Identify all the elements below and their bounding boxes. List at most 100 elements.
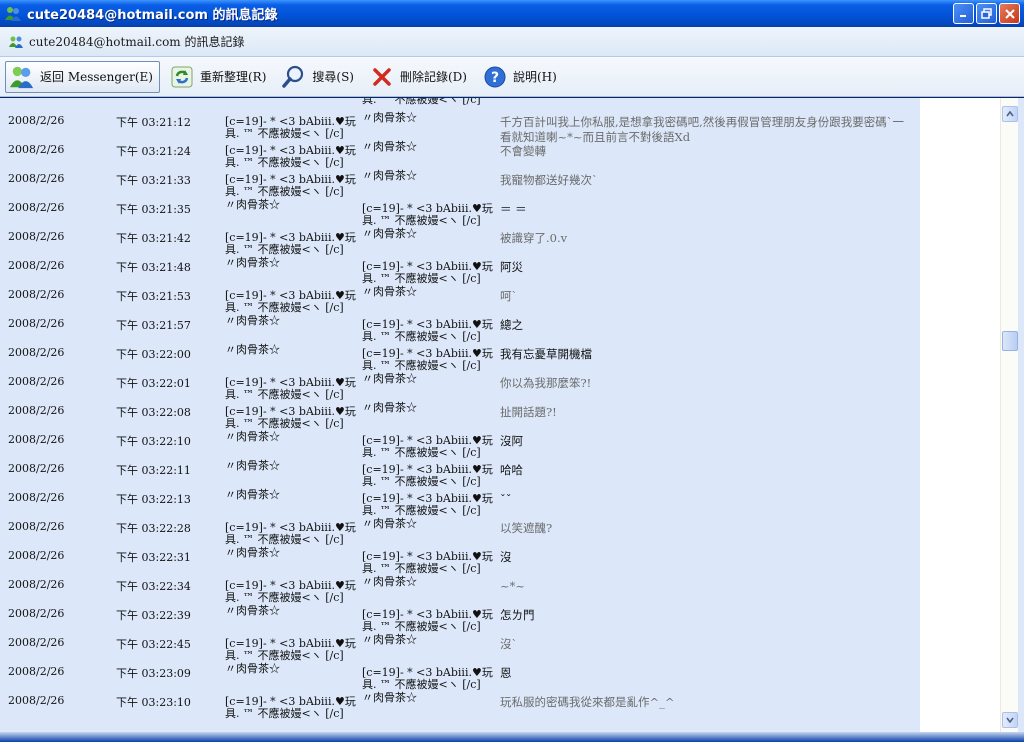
- back-label: 返回 Messenger(E): [40, 70, 153, 84]
- message-row: 2008/2/26 下午 03:21:42 [c=19]- * <3 bAbiii.…: [0, 227, 920, 256]
- message-text: ＝ ＝: [500, 202, 527, 216]
- message-row: 2008/2/26 下午 03:21:48 〃肉骨茶☆ [c=19]- * <3 bA…: [0, 256, 920, 285]
- message-recipient: 〃肉骨茶☆: [362, 140, 417, 153]
- back-to-messenger-button[interactable]: 返回 Messenger(E): [5, 60, 160, 93]
- restore-button[interactable]: [976, 3, 997, 24]
- message-text: 恩: [500, 666, 512, 680]
- message-sender: [c=19]- * <3 bAbiii.♥玩具. ™ 不應被嫚<ヽ [/c]: [225, 695, 356, 720]
- help-icon: ?: [482, 64, 508, 90]
- restore-icon: [981, 8, 992, 19]
- message-recipient: 〃肉骨茶☆: [362, 372, 417, 385]
- message-sender: 〃肉骨茶☆: [225, 314, 280, 327]
- message-time: 下午 03:22:11: [116, 464, 191, 477]
- message-recipient: [c=19]- * <3 bAbiii.♥玩具. ™ 不應被嫚<ヽ [/c]: [362, 492, 493, 517]
- window-edge: [1018, 98, 1024, 732]
- message-recipient: 〃肉骨茶☆: [362, 227, 417, 240]
- message-recipient: 〃肉骨茶☆: [362, 517, 417, 530]
- message-sender: [c=19]- * <3 bAbiii.♥玩具. ™ 不應被嫚<ヽ [/c]: [225, 115, 356, 140]
- message-sender: 〃肉骨茶☆: [225, 256, 280, 269]
- message-date: 2008/2/26: [8, 549, 65, 562]
- message-text: ˇˇ: [500, 492, 512, 506]
- window-controls: [953, 3, 1020, 24]
- message-row: 2008/2/26 下午 03:22:45 [c=19]- * <3 bAbiii.…: [0, 633, 920, 662]
- message-row: 2008/2/26 下午 03:22:01 [c=19]- * <3 bAbiii.…: [0, 372, 920, 401]
- log-margin: [920, 98, 1000, 732]
- message-time: 下午 03:22:45: [116, 638, 191, 651]
- message-time: 下午 03:21:33: [116, 174, 191, 187]
- messenger-icon: [5, 6, 21, 21]
- message-text: 怎ㄌ門: [500, 608, 535, 622]
- message-date: 2008/2/26: [8, 114, 65, 127]
- message-recipient: 〃肉骨茶☆: [362, 285, 417, 298]
- message-text: ~*~: [500, 579, 526, 593]
- refresh-button[interactable]: 重新整理(R): [166, 61, 272, 93]
- message-row: 2008/2/26 下午 03:22:13 〃肉骨茶☆ [c=19]- * <3 bA…: [0, 488, 920, 517]
- delete-history-button[interactable]: 刪除記錄(D): [366, 61, 473, 93]
- title-bar: cute20484@hotmail.com 的訊息記錄: [0, 0, 1024, 27]
- chevron-down-icon: [1006, 717, 1014, 723]
- history-subtitle: cute20484@hotmail.com 的訊息記錄: [29, 35, 245, 49]
- message-time: 下午 03:22:39: [116, 609, 191, 622]
- message-text: 總之: [500, 318, 523, 332]
- message-row: 2008/2/26 下午 03:22:34 [c=19]- * <3 bAbiii.…: [0, 575, 920, 604]
- toolbar: 返回 Messenger(E) 重新整理(R) 搜尋(S) 刪除記錄(D) ? …: [0, 57, 1024, 97]
- message-time: 下午 03:21:57: [116, 319, 191, 332]
- window-title: cute20484@hotmail.com 的訊息記錄: [27, 8, 278, 23]
- message-date: 2008/2/26: [8, 375, 65, 388]
- message-text: 玩私服的密碼我從來都是亂作^_^: [500, 695, 675, 709]
- message-time: 下午 03:22:13: [116, 493, 191, 506]
- message-row: 2008/2/26 下午 03:22:00 〃肉骨茶☆ [c=19]- * <3 bA…: [0, 343, 920, 372]
- message-recipient: 〃肉骨茶☆: [362, 169, 417, 182]
- buddies-icon: [9, 64, 35, 90]
- message-text: 以笑遮醜?: [500, 521, 553, 535]
- message-time: 下午 03:21:42: [116, 232, 191, 245]
- help-label: 說明(H): [513, 70, 557, 84]
- message-sender: 〃肉骨茶☆: [225, 343, 280, 356]
- message-time: 下午 03:22:01: [116, 377, 191, 390]
- delete-icon: [369, 64, 395, 90]
- message-recipient: [c=19]- * <3 bAbiii.♥玩具. ™ 不應被嫚<ヽ [/c]: [362, 550, 493, 575]
- message-recipient: 〃肉骨茶☆: [362, 401, 417, 414]
- svg-text:?: ?: [491, 70, 499, 86]
- message-row: 2008/2/26 下午 03:22:10 〃肉骨茶☆ [c=19]- * <3 bA…: [0, 430, 920, 459]
- message-row: 2008/2/26 下午 03:22:11 〃肉骨茶☆ [c=19]- * <3 bA…: [0, 459, 920, 488]
- close-button[interactable]: [999, 3, 1020, 24]
- message-time: 下午 03:21:35: [116, 203, 191, 216]
- vertical-scrollbar[interactable]: [1000, 98, 1018, 732]
- message-date: 2008/2/26: [8, 694, 65, 707]
- message-recipient: [c=19]- * <3 bAbiii.♥玩具. ™ 不應被嫚<ヽ [/c]: [362, 318, 493, 343]
- scroll-thumb[interactable]: [1002, 331, 1018, 351]
- minimize-button[interactable]: [953, 3, 974, 24]
- message-text: 我寵物都送好幾次`: [500, 173, 598, 187]
- scroll-down-button[interactable]: [1002, 712, 1018, 728]
- search-icon: [281, 64, 307, 90]
- scroll-up-button[interactable]: [1002, 106, 1018, 122]
- message-recipient: [c=19]- * <3 bAbiii.♥玩具. ™ 不應被嫚<ヽ [/c]: [362, 347, 493, 372]
- message-log: 具. ™ 不應被嫚<ヽ [/c] 2008/2/26 下午 03:21:12 [c=…: [0, 98, 920, 732]
- message-recipient: 〃肉骨茶☆: [362, 111, 417, 124]
- message-text: 我有忘憂草開機檔: [500, 347, 592, 361]
- message-time: 下午 03:22:34: [116, 580, 191, 593]
- message-time: 下午 03:23:09: [116, 667, 191, 680]
- message-row: 2008/2/26 下午 03:23:10 [c=19]- * <3 bAbiii.…: [0, 691, 920, 720]
- message-sender: 〃肉骨茶☆: [225, 604, 280, 617]
- message-row: 2008/2/26 下午 03:22:31 〃肉骨茶☆ [c=19]- * <3 bA…: [0, 546, 920, 575]
- message-time: 下午 03:21:12: [116, 116, 191, 129]
- help-button[interactable]: ? 說明(H): [479, 61, 563, 93]
- message-sender: [c=19]- * <3 bAbiii.♥玩具. ™ 不應被嫚<ヽ [/c]: [225, 405, 356, 430]
- message-recipient: 〃肉骨茶☆: [362, 691, 417, 704]
- message-sender: [c=19]- * <3 bAbiii.♥玩具. ™ 不應被嫚<ヽ [/c]: [225, 376, 356, 401]
- message-date: 2008/2/26: [8, 578, 65, 591]
- message-date: 2008/2/26: [8, 201, 65, 214]
- refresh-icon: [169, 64, 195, 90]
- message-time: 下午 03:21:53: [116, 290, 191, 303]
- message-date: 2008/2/26: [8, 259, 65, 272]
- message-time: 下午 03:22:28: [116, 522, 191, 535]
- message-time: 下午 03:21:48: [116, 261, 191, 274]
- delete-label: 刪除記錄(D): [400, 70, 467, 84]
- message-text: 你以為我那麼笨?!: [500, 376, 592, 390]
- chevron-up-icon: [1006, 111, 1014, 117]
- message-time: 下午 03:22:08: [116, 406, 191, 419]
- message-recipient: [c=19]- * <3 bAbiii.♥玩具. ™ 不應被嫚<ヽ [/c]: [362, 666, 493, 691]
- search-button[interactable]: 搜尋(S): [278, 61, 360, 93]
